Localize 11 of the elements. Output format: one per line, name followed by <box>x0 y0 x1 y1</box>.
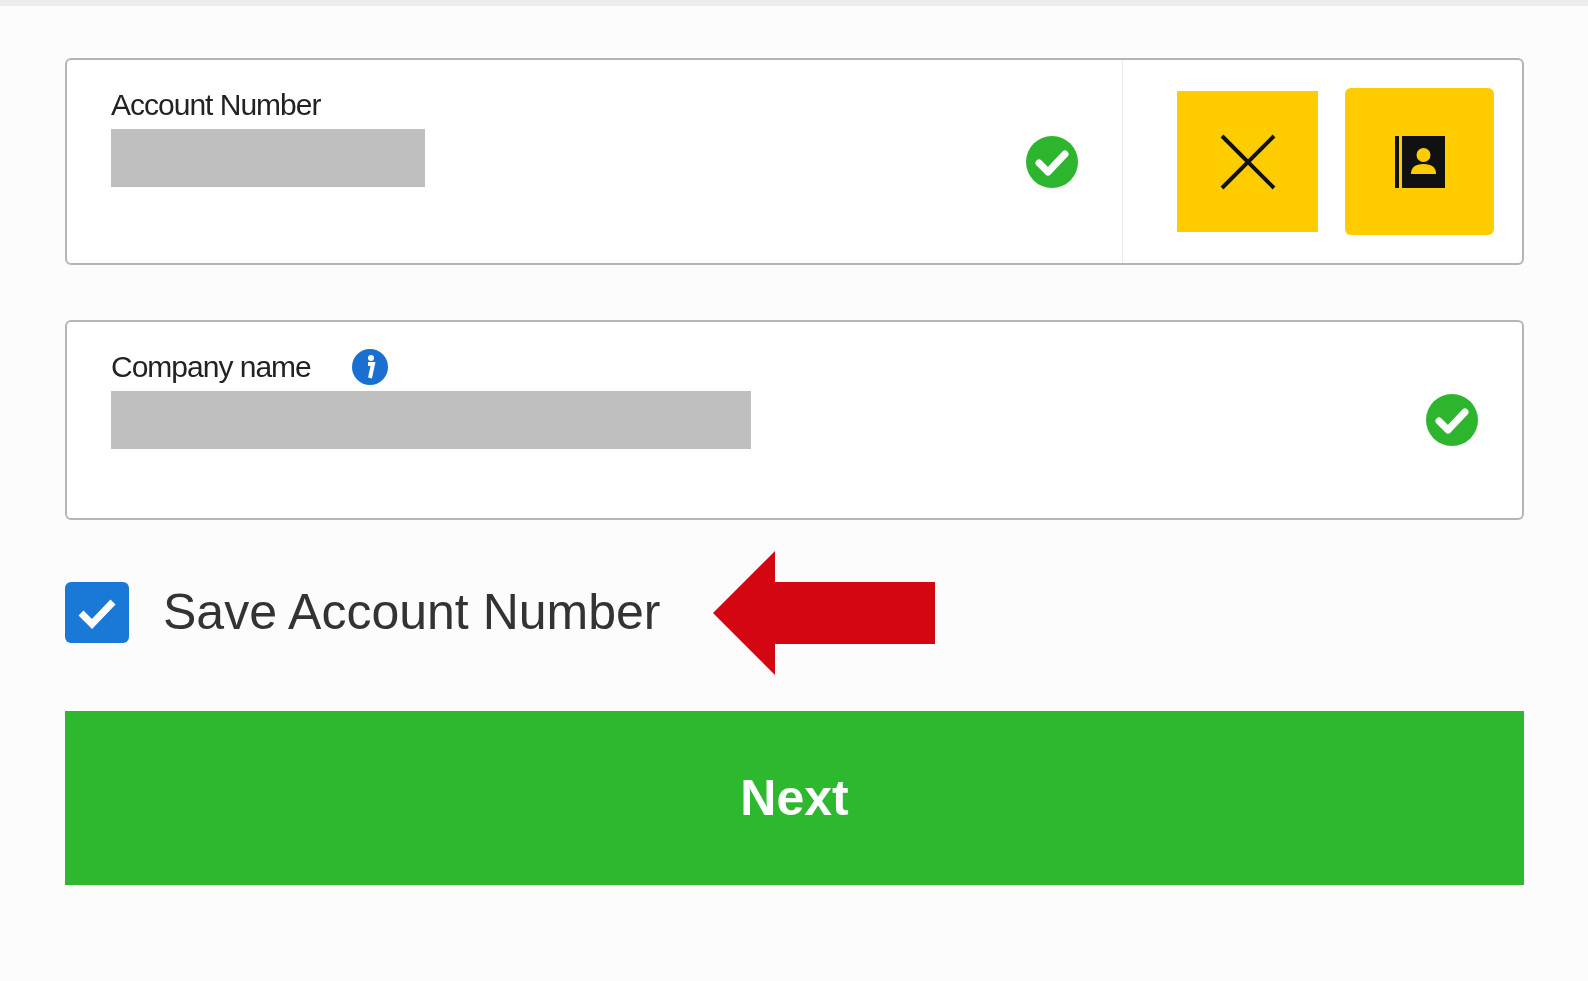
contacts-button[interactable] <box>1345 88 1494 235</box>
field-label: Account Number <box>111 87 321 123</box>
checkbox[interactable] <box>65 582 129 643</box>
input-field[interactable]: Company name <box>65 320 1524 520</box>
field-label: Company name <box>111 349 311 385</box>
checkbox-label[interactable]: Save Account Number <box>163 575 661 650</box>
input-field[interactable]: Account Number <box>65 58 1524 265</box>
address-book-icon <box>1394 135 1445 188</box>
info-icon[interactable] <box>350 347 389 386</box>
close-icon <box>1218 132 1277 191</box>
clear-button[interactable] <box>1177 91 1318 232</box>
